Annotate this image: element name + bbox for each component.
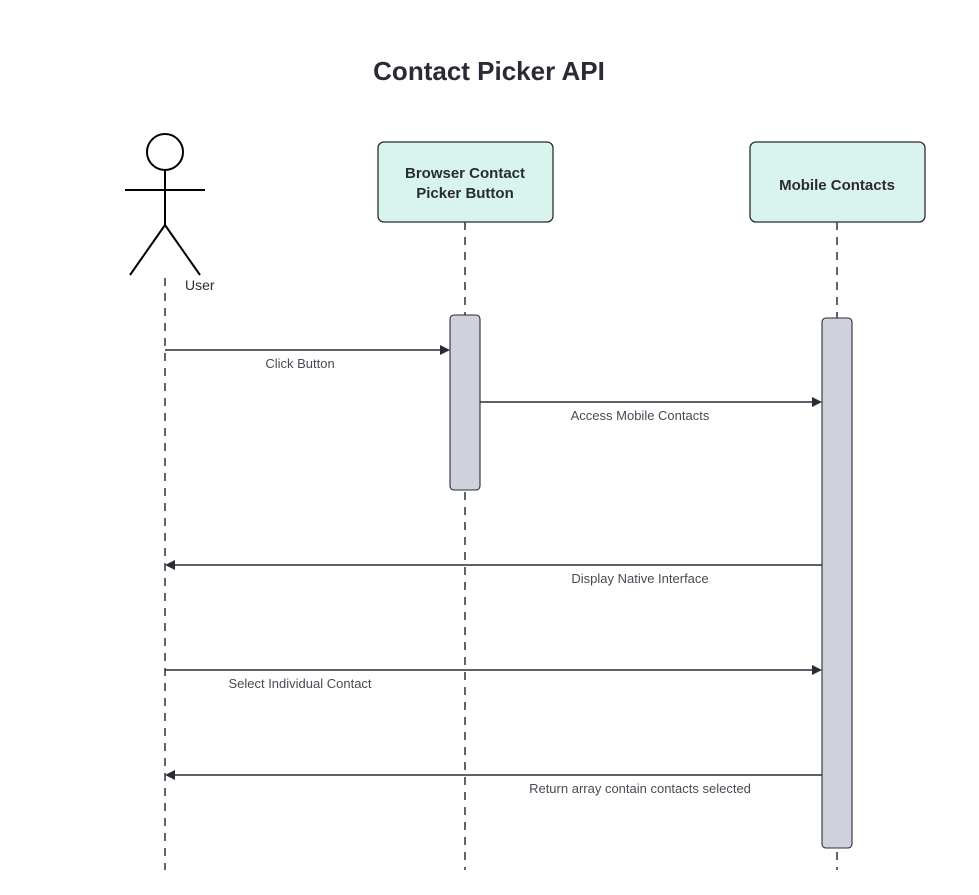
user-leg-left xyxy=(130,225,165,275)
message-return-array: Return array contain contacts selected xyxy=(165,770,822,796)
arrowhead-left-icon xyxy=(165,560,175,570)
message-click-button: Click Button xyxy=(165,345,450,371)
message-select-individual-contact: Select Individual Contact xyxy=(165,665,822,691)
message-label-m1: Click Button xyxy=(265,356,334,371)
message-label-m2: Access Mobile Contacts xyxy=(571,408,710,423)
message-label-m5: Return array contain contacts selected xyxy=(529,781,751,796)
activation-mobile xyxy=(822,318,852,848)
arrowhead-left-icon xyxy=(165,770,175,780)
mobile-label: Mobile Contacts xyxy=(779,177,895,194)
message-label-m4: Select Individual Contact xyxy=(228,676,371,691)
actor-user: User xyxy=(125,134,215,870)
browser-label-line2: Picker Button xyxy=(416,185,514,202)
browser-box xyxy=(378,142,553,222)
user-head-icon xyxy=(147,134,183,170)
sequence-diagram: Contact Picker API User Browser Contact … xyxy=(0,0,979,895)
diagram-title: Contact Picker API xyxy=(373,56,605,86)
arrowhead-right-icon xyxy=(812,665,822,675)
arrowhead-right-icon xyxy=(812,397,822,407)
user-leg-right xyxy=(165,225,200,275)
message-label-m3: Display Native Interface xyxy=(571,571,708,586)
activation-browser xyxy=(450,315,480,490)
browser-label-line1: Browser Contact xyxy=(405,165,525,182)
message-access-mobile-contacts: Access Mobile Contacts xyxy=(480,397,822,423)
message-display-native-interface: Display Native Interface xyxy=(165,560,822,586)
participant-browser: Browser Contact Picker Button xyxy=(378,142,553,870)
actor-label: User xyxy=(185,277,215,293)
arrowhead-right-icon xyxy=(440,345,450,355)
